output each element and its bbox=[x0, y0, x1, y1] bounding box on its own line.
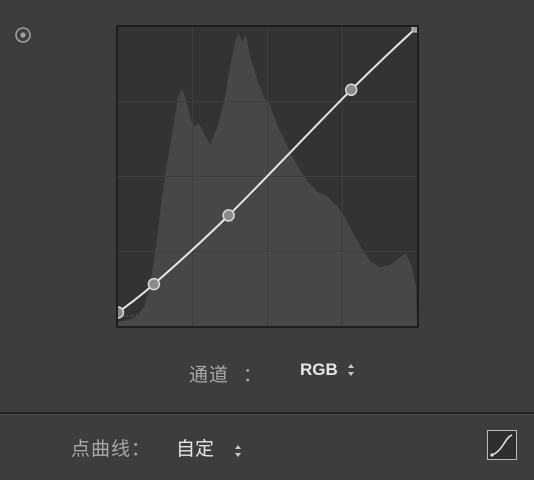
edit-point-curve-button[interactable] bbox=[487, 430, 517, 460]
channel-label: 通道 bbox=[189, 364, 230, 386]
point-curve-label: 点曲线： bbox=[71, 438, 152, 460]
point-curve-select[interactable]: 自定 bbox=[176, 434, 242, 461]
tone-curve-graph[interactable] bbox=[116, 25, 419, 328]
updown-arrows-icon bbox=[347, 362, 355, 376]
point-curve-value: 自定 bbox=[176, 438, 215, 460]
tone-curve-panel: 通道 ： RGB 点曲线： 自定 bbox=[0, 0, 534, 480]
curve-canvas[interactable] bbox=[118, 27, 417, 326]
curve-control-point[interactable] bbox=[344, 83, 358, 97]
curve-control-point[interactable] bbox=[118, 306, 125, 319]
target-adjustment-icon[interactable] bbox=[14, 26, 32, 44]
channel-row: 通道 ： RGB bbox=[0, 358, 534, 388]
section-divider-highlight bbox=[0, 414, 534, 415]
curve-control-point[interactable] bbox=[222, 209, 235, 222]
channel-select[interactable]: RGB bbox=[300, 360, 355, 386]
updown-arrows-icon bbox=[234, 441, 242, 457]
point-curve-row: 点曲线： 自定 bbox=[0, 432, 534, 462]
curve-control-point[interactable] bbox=[147, 277, 161, 291]
curve-control-point[interactable] bbox=[411, 27, 417, 33]
channel-value: RGB bbox=[300, 360, 338, 379]
channel-colon: ： bbox=[243, 364, 263, 386]
curve-edit-icon bbox=[490, 434, 513, 457]
